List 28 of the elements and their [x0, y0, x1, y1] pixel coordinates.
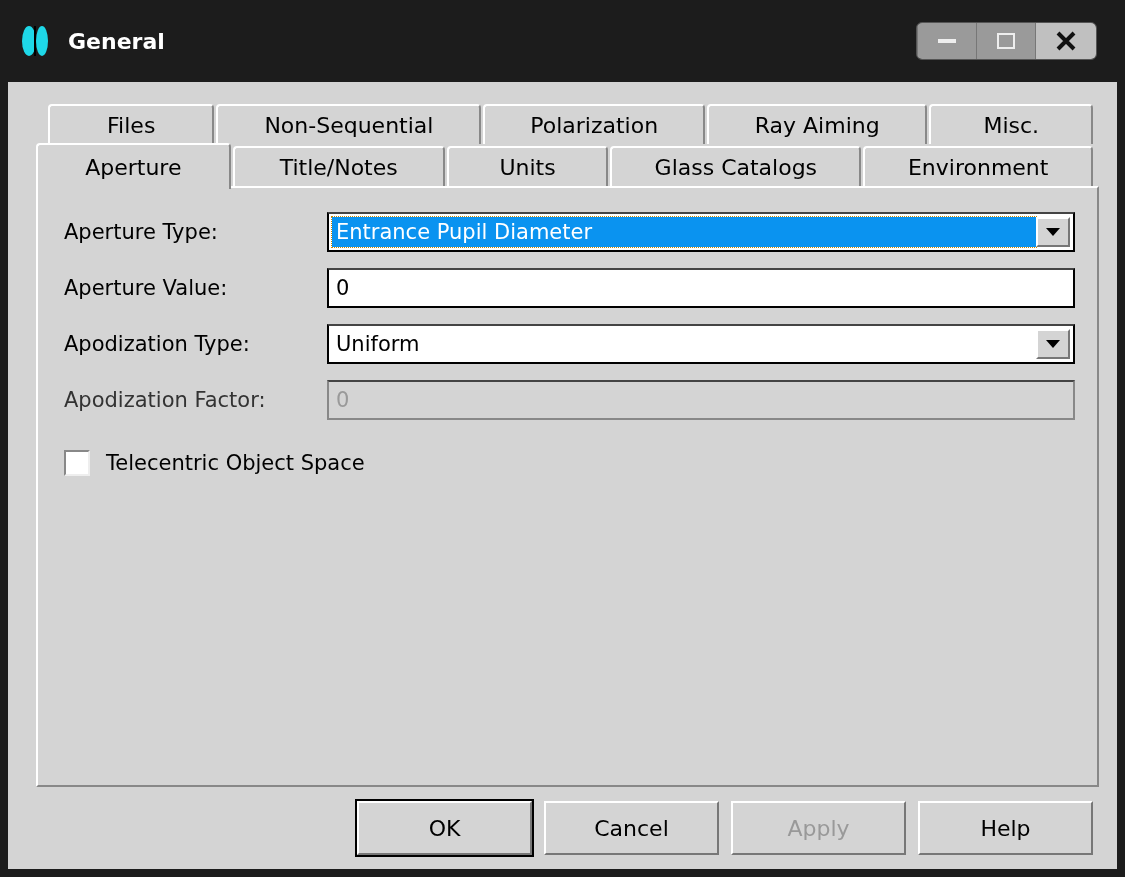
tab[interactable]: Files	[48, 104, 215, 144]
minimize-button[interactable]	[917, 23, 976, 59]
maximize-icon	[997, 33, 1015, 49]
minimize-icon	[938, 39, 956, 43]
close-button[interactable]	[1035, 23, 1096, 59]
tab[interactable]: Non-Sequential	[216, 104, 482, 144]
dialog-button[interactable]: Cancel	[544, 801, 719, 855]
checkbox-label: Telecentric Object Space	[106, 451, 365, 475]
dialog-button[interactable]: Help	[918, 801, 1093, 855]
field-label: Aperture Type:	[64, 220, 219, 244]
checkbox[interactable]	[64, 450, 90, 476]
field-label: Aperture Value:	[64, 276, 229, 300]
tab[interactable]: Ray Aiming	[706, 104, 928, 144]
tab[interactable]: Units	[446, 146, 609, 186]
dropdown-field[interactable]: Uniform	[327, 324, 1075, 364]
field-label: Apodization Factor:	[64, 388, 267, 412]
input-field[interactable]: 0	[327, 268, 1075, 308]
tab[interactable]: Environment	[863, 146, 1093, 186]
tab[interactable]: Glass Catalogs	[610, 146, 862, 186]
field-label: Apodization Type:	[64, 332, 251, 356]
dialog-button[interactable]: OK	[357, 801, 532, 855]
tab[interactable]: Title/Notes	[232, 146, 445, 186]
tab[interactable]: Aperture	[36, 143, 231, 189]
tab[interactable]: Polarization	[483, 104, 705, 144]
close-icon	[1056, 31, 1076, 51]
tab[interactable]: Misc.	[929, 104, 1093, 144]
window-title: General	[68, 28, 166, 54]
lens-icon	[20, 24, 50, 58]
